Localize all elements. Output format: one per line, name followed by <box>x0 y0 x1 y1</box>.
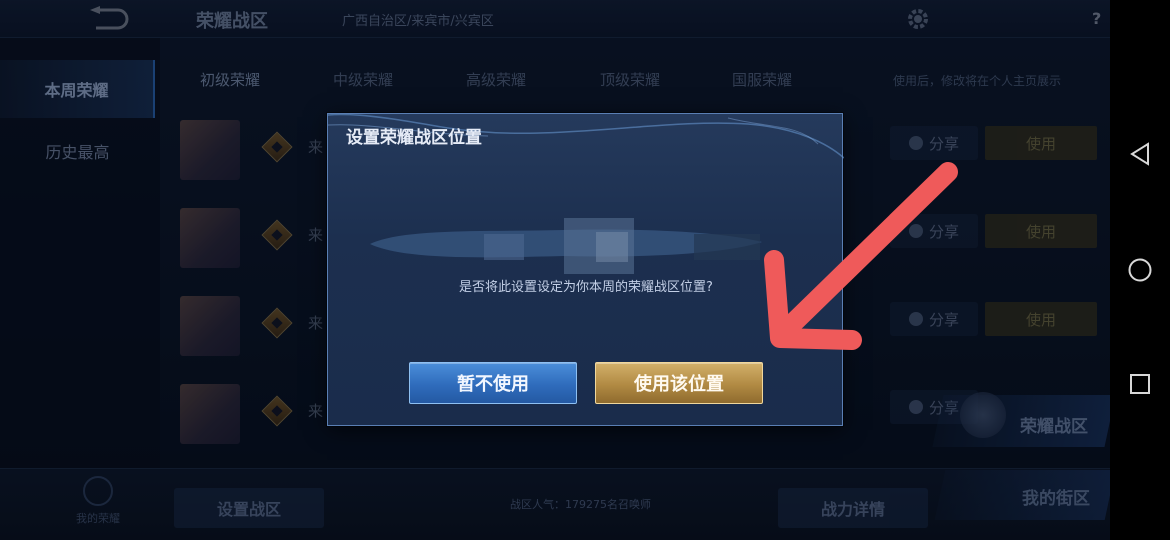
redacted-location <box>370 218 762 274</box>
nav-home-button[interactable] <box>1124 254 1156 286</box>
dialog-message: 是否将此设置设定为你本周的荣耀战区位置? <box>459 280 713 295</box>
circle-home-icon <box>1128 258 1152 282</box>
glory-zone-screen: 荣耀战区 广西自治区/来宾市/兴宾区 ? 本周荣耀 历史最高 初级荣耀 中级荣耀… <box>0 0 1110 540</box>
square-recents-icon <box>1130 374 1150 394</box>
nav-back-button[interactable] <box>1124 138 1156 170</box>
use-location-button[interactable]: 使用该位置 <box>595 362 763 404</box>
system-nav-bar <box>1110 0 1170 540</box>
nav-recents-button[interactable] <box>1124 368 1156 400</box>
dialog-title: 设置荣耀战区位置 <box>346 128 482 148</box>
cancel-button[interactable]: 暂不使用 <box>409 362 577 404</box>
set-zone-dialog: 设置荣耀战区位置 是否将此设置设定为你本周的荣耀战区位置? 暂不使用 使用该位置 <box>327 113 844 426</box>
triangle-back-icon <box>1130 142 1149 166</box>
